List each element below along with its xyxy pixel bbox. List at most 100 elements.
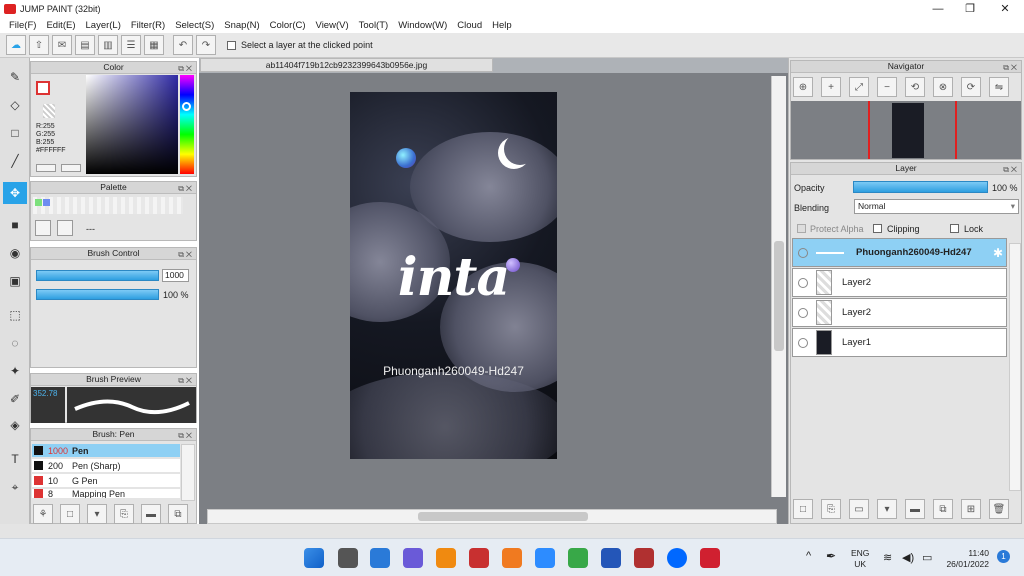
clock[interactable]: 11:40 26/01/2022 — [941, 548, 989, 570]
hue-slider[interactable] — [180, 75, 194, 174]
zoom-icon[interactable] — [535, 548, 555, 568]
artwork-canvas[interactable]: inta Phuonganh260049-Hd247 — [350, 92, 557, 459]
battery-icon[interactable]: ▭ — [922, 551, 932, 564]
chat-icon[interactable] — [403, 548, 423, 568]
merge-layer-icon[interactable]: ⊞ — [961, 499, 981, 519]
layer-row[interactable]: Layer1 — [792, 328, 1007, 357]
lock-checkbox[interactable] — [950, 224, 959, 233]
background-color-swatch[interactable] — [43, 104, 55, 118]
zoom-in-icon[interactable]: + — [821, 77, 841, 97]
layer-row[interactable]: Layer2 — [792, 298, 1007, 327]
palette-swatches[interactable] — [33, 197, 183, 214]
brush-size-input[interactable]: 1000 — [162, 269, 189, 282]
new-palette-icon[interactable] — [35, 220, 51, 236]
layer-opacity-slider[interactable] — [853, 181, 988, 193]
menu-file[interactable]: File(F) — [4, 20, 41, 31]
lasso-tool-icon[interactable]: ◌ — [3, 332, 27, 354]
word-icon[interactable] — [601, 548, 621, 568]
brush-copy-icon[interactable]: ⎘ — [114, 504, 134, 524]
hue-slider-handle[interactable] — [182, 102, 191, 111]
layer-visibility-icon[interactable] — [798, 277, 808, 288]
message-icon[interactable]: ▤ — [75, 35, 95, 55]
chrome-icon[interactable] — [568, 548, 588, 568]
menu-select[interactable]: Select(S) — [170, 20, 219, 31]
gradient-tool-icon[interactable]: ▣ — [3, 270, 27, 292]
document-tab[interactable]: ab11404f719b12cb9232399643b0956e.jpg — [200, 58, 493, 72]
menu-color[interactable]: Color(C) — [265, 20, 311, 31]
app-icon[interactable] — [469, 548, 489, 568]
brush-list-item[interactable]: 1000 Pen — [32, 444, 180, 457]
clipping-checkbox[interactable] — [873, 224, 882, 233]
notification-badge[interactable]: 1 — [997, 550, 1010, 563]
cloud-icon[interactable]: ☁ — [6, 35, 26, 55]
rotate-left-icon[interactable]: ⟲ — [905, 77, 925, 97]
brush-opacity-slider[interactable] — [36, 289, 159, 300]
menu-help[interactable]: Help — [487, 20, 517, 31]
layer-list-scrollbar[interactable] — [1009, 243, 1021, 491]
rotate-right-icon[interactable]: ⟳ — [961, 77, 981, 97]
blending-select[interactable]: Normal ▾ — [854, 199, 1019, 214]
comment-icon[interactable]: ✉ — [52, 35, 72, 55]
magic-wand-tool-icon[interactable]: ✦ — [3, 360, 27, 382]
navigator-preview[interactable] — [791, 101, 1021, 159]
list-icon[interactable]: ☰ — [121, 35, 141, 55]
menu-edit[interactable]: Edit(E) — [41, 20, 80, 31]
widgets-icon[interactable] — [370, 548, 390, 568]
close-button[interactable]: ✕ — [988, 0, 1022, 17]
canvas-vertical-scrollbar[interactable] — [771, 76, 786, 497]
flip-icon[interactable]: ⇋ — [989, 77, 1009, 97]
document-icon[interactable]: ▥ — [98, 35, 118, 55]
palette-swatch[interactable] — [35, 199, 42, 206]
fill-rect-tool-icon[interactable]: ■ — [3, 214, 27, 236]
rotate-reset-icon[interactable]: ⊗ — [933, 77, 953, 97]
horizontal-scroll-thumb[interactable] — [418, 512, 588, 521]
menu-view[interactable]: View(V) — [311, 20, 354, 31]
layer-visibility-icon[interactable] — [798, 337, 808, 348]
wifi-icon[interactable]: ≋ — [883, 551, 892, 564]
zoom-out-icon[interactable]: − — [877, 77, 897, 97]
redo-icon[interactable]: ↷ — [196, 35, 216, 55]
minimize-button[interactable]: — — [921, 0, 955, 17]
brush-size-slider[interactable] — [36, 270, 159, 281]
palette-swatch[interactable] — [43, 199, 50, 206]
bucket-tool-icon[interactable]: ◉ — [3, 242, 27, 264]
language-indicator[interactable]: ENG UK — [851, 548, 869, 570]
color-picker-square[interactable] — [86, 75, 178, 174]
menu-filter[interactable]: Filter(R) — [126, 20, 170, 31]
protect-alpha-checkbox[interactable] — [797, 224, 806, 233]
delete-layer-icon[interactable]: 🗑 — [989, 499, 1009, 519]
new-layer-copy-icon[interactable]: ⎘ — [821, 499, 841, 519]
chevron-up-icon[interactable]: ^ — [806, 550, 811, 562]
app-icon[interactable] — [634, 548, 654, 568]
gear-icon[interactable]: ✱ — [993, 246, 1003, 260]
undo-icon[interactable]: ↶ — [173, 35, 193, 55]
color-mode-button[interactable] — [36, 164, 56, 172]
canvas-horizontal-scrollbar[interactable] — [207, 509, 777, 524]
menu-snap[interactable]: Snap(N) — [219, 20, 264, 31]
vertical-scroll-thumb[interactable] — [774, 241, 784, 351]
menu-cloud[interactable]: Cloud — [452, 20, 487, 31]
select-eraser-tool-icon[interactable]: ◈ — [3, 414, 27, 436]
rect-tool-icon[interactable]: □ — [3, 122, 27, 144]
volume-icon[interactable]: ◀) — [902, 551, 914, 564]
vlc-icon[interactable] — [436, 548, 456, 568]
brush-new-icon[interactable]: □ — [60, 504, 80, 524]
fit-window-icon[interactable]: ⤢ — [849, 77, 869, 97]
select-pen-tool-icon[interactable]: ✐ — [3, 388, 27, 410]
brush-menu-icon[interactable]: ▾ — [87, 504, 107, 524]
foreground-color-swatch[interactable] — [36, 81, 50, 95]
layer-visibility-icon[interactable] — [798, 307, 808, 318]
upload-icon[interactable]: ⇧ — [29, 35, 49, 55]
jump-paint-icon[interactable] — [700, 548, 720, 568]
menu-tool[interactable]: Tool(T) — [354, 20, 394, 31]
color-swap-button[interactable] — [61, 164, 81, 172]
new-layer-icon[interactable]: □ — [793, 499, 813, 519]
menu-layer[interactable]: Layer(L) — [81, 20, 126, 31]
select-rect-tool-icon[interactable]: ⬚ — [3, 304, 27, 326]
move-tool-icon[interactable]: ✥ — [3, 182, 27, 204]
text-tool-icon[interactable]: T — [3, 448, 27, 470]
brush-folder-icon[interactable]: ▬ — [141, 504, 161, 524]
eyedropper-tool-icon[interactable]: ⌖ — [3, 476, 27, 498]
menu-window[interactable]: Window(W) — [393, 20, 452, 31]
line-tool-icon[interactable]: ╱ — [3, 150, 27, 172]
